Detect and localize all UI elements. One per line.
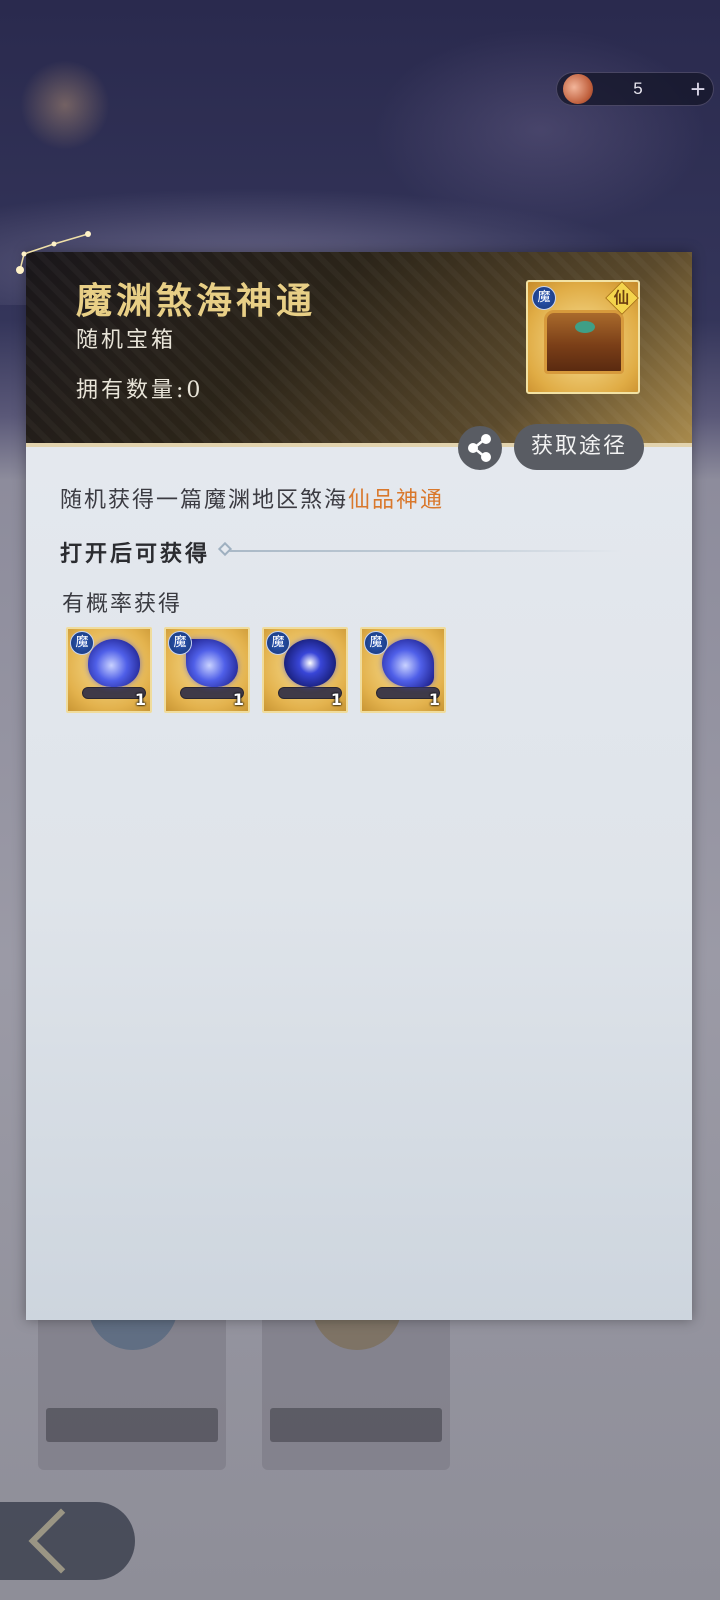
share-button[interactable] <box>458 426 502 470</box>
share-icon <box>468 434 491 462</box>
currency-value: 5 <box>633 79 643 98</box>
panel-header: 魔渊煞海神通 随机宝箱 拥有数量:0 魔 仙 <box>16 231 692 447</box>
blue-feather-scroll-icon <box>186 639 238 687</box>
item-detail-panel: 魔渊煞海神通 随机宝箱 拥有数量:0 魔 仙 获取途径 随机获得一篇魔渊地区煞海… <box>16 231 692 1320</box>
treasure-chest-icon: 魔 仙 <box>526 280 640 394</box>
back-button[interactable] <box>0 1502 135 1580</box>
region-badge: 魔 <box>364 631 388 655</box>
item-name: 魔渊煞海神通 <box>76 280 317 322</box>
feather-currency-icon <box>558 69 598 109</box>
divider-diamond-icon <box>217 541 233 557</box>
region-badge: 魔 <box>266 631 290 655</box>
background-moon <box>20 60 110 150</box>
region-badge: 魔 <box>532 286 556 310</box>
item-type: 随机宝箱 <box>76 328 177 353</box>
description-text: 随机获得一篇魔渊地区煞海 <box>60 488 349 513</box>
reward-list: 魔 1 魔 1 魔 1 魔 1 <box>66 627 446 713</box>
reward-quantity: 1 <box>134 690 146 709</box>
blue-fire-scroll-icon <box>382 639 434 687</box>
reward-item[interactable]: 魔 1 <box>360 627 446 713</box>
reward-quantity: 1 <box>330 690 342 709</box>
reward-item[interactable]: 魔 1 <box>164 627 250 713</box>
section-divider <box>222 550 622 552</box>
probability-subtitle: 有概率获得 <box>62 592 183 617</box>
reward-item[interactable]: 魔 1 <box>262 627 348 713</box>
currency-bar: 5 + <box>556 69 714 109</box>
description-highlight: 仙品神通 <box>348 488 445 513</box>
region-badge: 魔 <box>168 631 192 655</box>
chest-graphic <box>544 310 624 374</box>
blue-flame-scroll-icon <box>88 639 140 687</box>
reward-item[interactable]: 魔 1 <box>66 627 152 713</box>
obtain-method-button[interactable]: 获取途径 <box>514 424 644 470</box>
reward-quantity: 1 <box>428 690 440 709</box>
back-arrow-icon <box>28 1508 94 1574</box>
region-badge: 魔 <box>70 631 94 655</box>
reward-quantity: 1 <box>232 690 244 709</box>
item-description: 随机获得一篇魔渊地区煞海仙品神通 <box>60 482 444 514</box>
contents-section-title: 打开后可获得 <box>60 541 211 567</box>
item-owned-count: 拥有数量:0 <box>76 378 204 403</box>
blue-vortex-scroll-icon <box>284 639 336 687</box>
add-currency-button[interactable]: + <box>683 74 713 104</box>
